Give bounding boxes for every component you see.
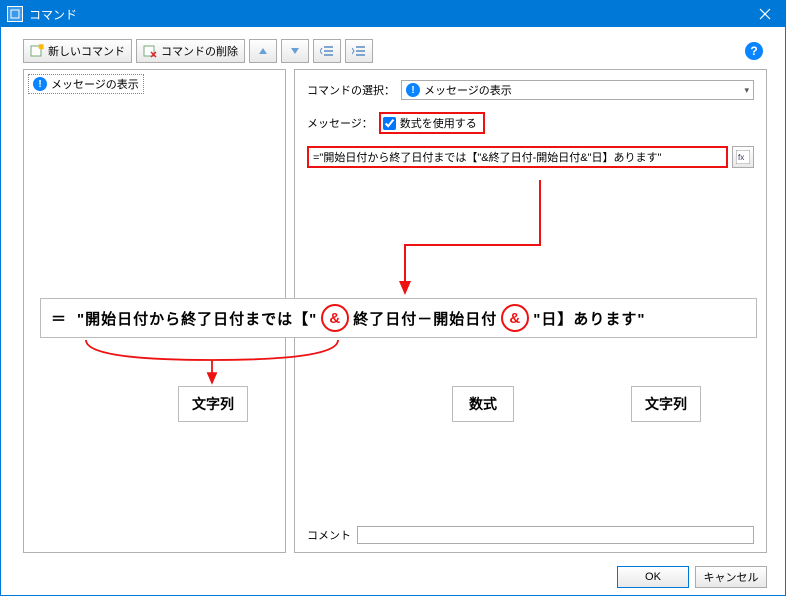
move-up-button[interactable] [249, 39, 277, 63]
arrow-down-icon [290, 47, 300, 55]
dialog-window: コマンド 新しいコマンド コマンドの削除 ? [0, 0, 786, 596]
message-row: メッセージ： 数式を使用する [307, 112, 754, 134]
help-button[interactable]: ? [745, 42, 763, 60]
body-area: ! メッセージの表示 コマンドの選択： ! メッセージの表示 ▾ メッセージ： … [23, 69, 767, 553]
command-select-row: コマンドの選択： ! メッセージの表示 ▾ [307, 80, 754, 100]
delete-command-icon [143, 44, 157, 58]
ok-button[interactable]: OK [617, 566, 689, 588]
formula-value: ="開始日付から終了日付までは【"&終了日付-開始日付&"日】あります" [313, 149, 661, 165]
use-formula-checkbox[interactable] [383, 117, 396, 130]
command-select-label: コマンドの選択： [307, 82, 395, 98]
outdent-button[interactable] [313, 39, 341, 63]
dialog-footer: OK キャンセル [1, 559, 785, 595]
use-formula-checkbox-wrap[interactable]: 数式を使用する [379, 112, 485, 134]
command-select-dropdown[interactable]: ! メッセージの表示 ▾ [401, 80, 754, 100]
command-detail-pane: コマンドの選択： ! メッセージの表示 ▾ メッセージ： 数式を使用する ="開… [294, 69, 767, 553]
formula-input[interactable]: ="開始日付から終了日付までは【"&終了日付-開始日付&"日】あります" [307, 146, 728, 168]
use-formula-label: 数式を使用する [400, 115, 477, 131]
toolbar: 新しいコマンド コマンドの削除 ? [1, 27, 785, 69]
outdent-icon [320, 45, 334, 57]
tree-item-label: メッセージの表示 [51, 76, 139, 92]
comment-row: コメント [307, 526, 754, 544]
titlebar: コマンド [1, 1, 785, 27]
comment-label: コメント [307, 527, 351, 543]
cancel-button[interactable]: キャンセル [695, 566, 767, 588]
formula-builder-button[interactable]: fx [732, 146, 754, 168]
svg-text:fx: fx [738, 153, 744, 162]
new-command-icon [30, 44, 44, 58]
new-command-button[interactable]: 新しいコマンド [23, 39, 132, 63]
command-selected-value: メッセージの表示 [424, 82, 512, 98]
window-title: コマンド [29, 6, 745, 23]
delete-command-button[interactable]: コマンドの削除 [136, 39, 245, 63]
comment-input[interactable] [357, 526, 754, 544]
delete-command-label: コマンドの削除 [161, 43, 238, 59]
arrow-up-icon [258, 47, 268, 55]
info-icon: ! [406, 83, 420, 97]
new-command-label: 新しいコマンド [48, 43, 125, 59]
app-icon [7, 6, 23, 22]
message-label: メッセージ： [307, 115, 373, 131]
formula-row: ="開始日付から終了日付までは【"&終了日付-開始日付&"日】あります" fx [307, 146, 754, 168]
indent-icon [352, 45, 366, 57]
close-button[interactable] [745, 1, 785, 27]
info-icon: ! [33, 77, 47, 91]
indent-button[interactable] [345, 39, 373, 63]
fx-icon: fx [736, 150, 750, 164]
move-down-button[interactable] [281, 39, 309, 63]
chevron-down-icon: ▾ [744, 85, 749, 96]
command-tree-pane: ! メッセージの表示 [23, 69, 286, 553]
tree-item-message[interactable]: ! メッセージの表示 [28, 74, 144, 94]
